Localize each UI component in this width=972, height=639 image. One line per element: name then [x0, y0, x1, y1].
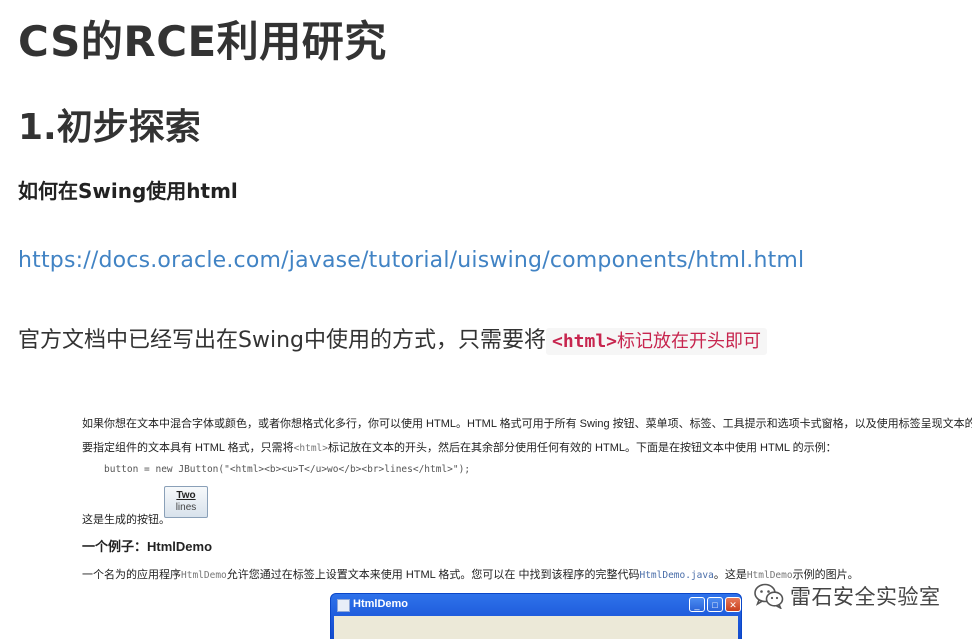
line2-text-b: 标记放在文本的开头，然后在其余部分使用任何有效的 HTML。下面是在按钮文本中使… [327, 442, 837, 454]
result-label: 这是生成的按钮。 [82, 514, 170, 526]
java-app-icon [337, 599, 350, 612]
paragraph-text: 官方文档中已经写出在Swing中使用的方式，只需要将 [18, 328, 546, 353]
minimize-icon: _ [689, 597, 705, 612]
watermark: 雷石安全实验室 [754, 578, 941, 614]
subheading: 如何在Swing使用html [18, 179, 238, 203]
line3-text-c: 。这是 [713, 569, 747, 581]
maximize-icon: □ [707, 597, 723, 612]
close-icon: ✕ [725, 597, 741, 612]
watermark-text: 雷石安全实验室 [790, 585, 941, 609]
htmldemo-window: HtmlDemo _ □ ✕ [330, 593, 742, 639]
article-title: CS的RCE利用研究 [18, 17, 387, 66]
line3-code1: HtmlDemo [181, 570, 227, 581]
section-heading: 1.初步探索 [18, 107, 201, 148]
line3-text-b: 允许您通过在标签上设置文本来使用 HTML 格式。您可以在 中找到该程序的完整代… [226, 569, 640, 581]
line3-text-a: 一个名为的应用程序 [82, 569, 181, 581]
demo-button-line2: lines [175, 502, 197, 513]
screenshot-line-1: 如果你想在文本中混合字体或颜色，或者你想格式化多行，你可以使用 HTML。HTM… [82, 418, 972, 430]
line2-text-a: 要指定组件的文本具有 HTML 格式，只需将 [82, 442, 294, 454]
inline-code-rest: 标记放在开头即可 [617, 331, 762, 352]
line2-code: <html> [293, 443, 328, 454]
screenshot-line-3: 一个名为的应用程序HtmlDemo允许您通过在标签上设置文本来使用 HTML 格… [82, 566, 859, 582]
screenshot-line-2: 要指定组件的文本具有 HTML 格式，只需将<html>标记放在文本的开头，然后… [82, 439, 837, 455]
line3-link[interactable]: HtmlDemo.java [639, 570, 713, 581]
demo-two-lines-button: Two lines [164, 486, 208, 518]
oracle-docs-link[interactable]: https://docs.oracle.com/javase/tutorial/… [18, 248, 804, 273]
wechat-icon [754, 583, 784, 610]
window-client-area [334, 616, 738, 639]
inline-code-tag: <html> [551, 331, 618, 352]
code-example: button = new JButton("<html><b><u>T</u>w… [104, 464, 471, 475]
inline-code: <html>标记放在开头即可 [545, 328, 768, 355]
example-heading: 一个例子：HtmlDemo [82, 539, 213, 554]
window-title: HtmlDemo [353, 598, 409, 610]
paragraph: 官方文档中已经写出在Swing中使用的方式，只需要将 <html>标记放在开头即可 [18, 322, 768, 355]
demo-button-line1: Two [176, 490, 196, 501]
